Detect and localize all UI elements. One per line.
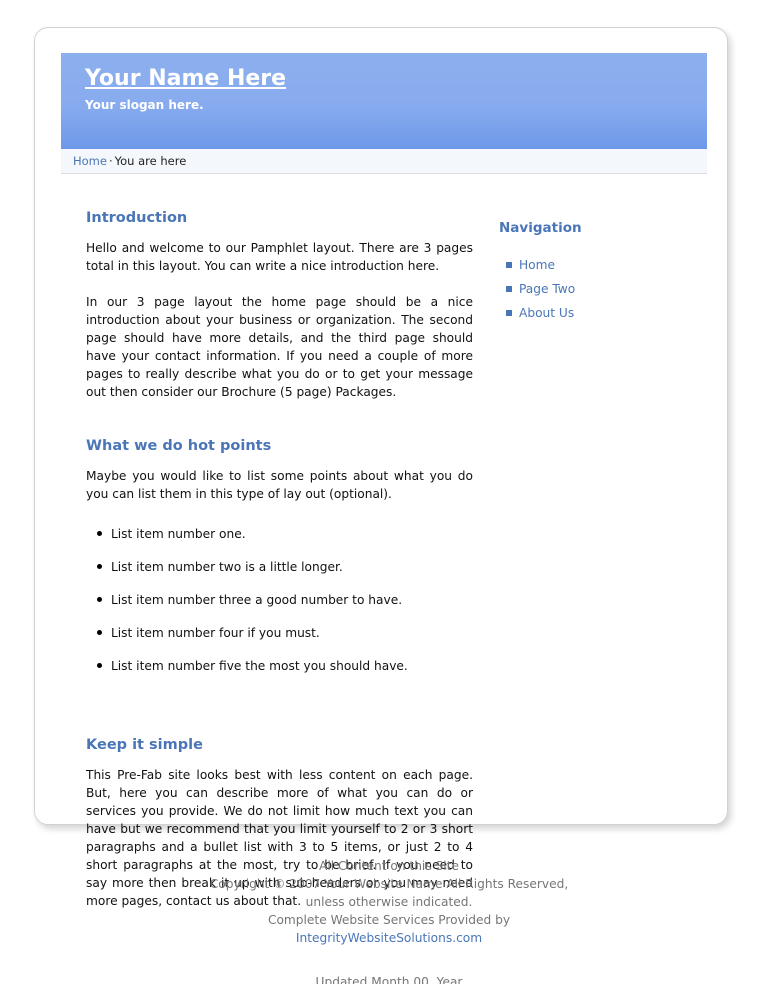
footer-line-copyright: Copyright © 2007 Your Website Name All R…	[209, 877, 569, 891]
footer-line-unless: unless otherwise indicated.	[305, 895, 473, 909]
breadcrumb-separator: ·	[108, 154, 113, 168]
footer-link-provider[interactable]: IntegrityWebsiteSolutions.com	[296, 931, 482, 945]
nav-link-home[interactable]: Home	[519, 258, 555, 272]
breadcrumb-bar: Home · You are here	[61, 149, 707, 174]
main-content: Introduction Hello and welcome to our Pa…	[86, 178, 473, 910]
nav-item-page-two[interactable]: Page Two	[506, 282, 699, 296]
breadcrumb-link-home[interactable]: Home	[73, 154, 107, 168]
navigation-list: Home Page Two About Us	[499, 258, 699, 320]
nav-link-page-two[interactable]: Page Two	[519, 282, 575, 296]
site-title-link[interactable]: Your Name Here	[85, 66, 286, 91]
list-item: List item number three a good number to …	[97, 591, 473, 609]
section-heading-keep-it-simple: Keep it simple	[86, 737, 203, 753]
page-root: Your Name Here Your slogan here. Home · Yo…	[0, 0, 778, 984]
sidebar: Navigation Home Page Two About Us	[499, 178, 699, 330]
site-footer: All Content on this Site Copyright © 200…	[0, 857, 778, 984]
footer-line-content: All Content on this Site	[319, 859, 459, 873]
paragraph: In our 3 page layout the home page shoul…	[86, 295, 473, 399]
list-item: List item number four if you must.	[97, 624, 473, 642]
site-slogan: Your slogan here.	[85, 98, 204, 112]
list-item: List item number five the most you shoul…	[97, 657, 473, 675]
hot-points-list: List item number one. List item number t…	[86, 525, 473, 675]
paragraph: Maybe you would like to list some points…	[86, 469, 473, 501]
paragraph: Hello and welcome to our Pamphlet layout…	[86, 241, 473, 273]
breadcrumb-current: You are here	[114, 154, 187, 168]
site-banner: Your Name Here Your slogan here.	[61, 53, 707, 149]
breadcrumb: Home · You are here	[73, 154, 186, 168]
nav-link-about-us[interactable]: About Us	[519, 306, 574, 320]
site-card: Your Name Here Your slogan here. Home · Yo…	[34, 27, 728, 908]
list-item: List item number one.	[97, 525, 473, 543]
nav-item-about-us[interactable]: About Us	[506, 306, 699, 320]
sidebar-heading-navigation: Navigation	[499, 220, 582, 236]
footer-updated: Updated Month 00, Year	[315, 975, 463, 984]
section-heading-introduction: Introduction	[86, 210, 188, 226]
list-item: List item number two is a little longer.	[97, 558, 473, 576]
footer-line-services: Complete Website Services Provided by	[267, 913, 511, 927]
section-heading-hot-points: What we do hot points	[86, 438, 272, 454]
nav-item-home[interactable]: Home	[506, 258, 699, 272]
